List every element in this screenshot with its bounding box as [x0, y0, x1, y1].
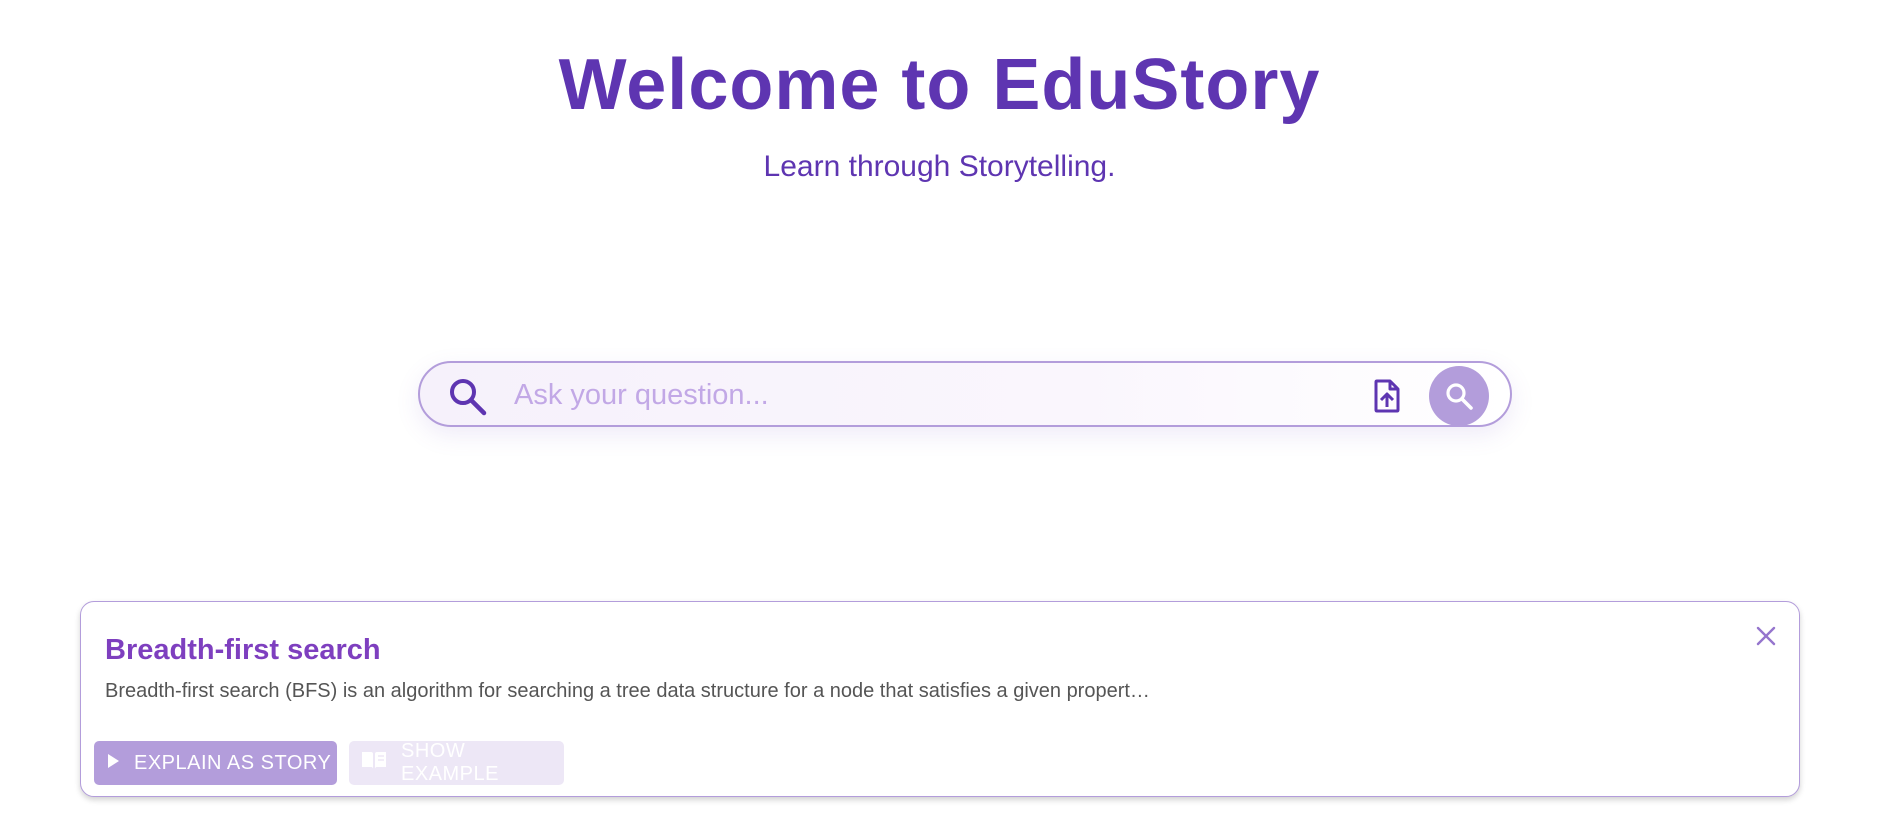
card-title: Breadth-first search: [105, 634, 381, 666]
play-icon: [106, 752, 120, 775]
page: Welcome to EduStory Learn through Storyt…: [0, 0, 1879, 840]
search-icon: [448, 377, 488, 417]
explain-as-story-label: EXPLAIN AS STORY: [134, 751, 332, 774]
page-title: Welcome to EduStory: [558, 45, 1321, 125]
search-bar: [418, 361, 1512, 427]
explain-as-story-button[interactable]: EXPLAIN AS STORY: [94, 741, 337, 785]
result-card: Breadth-first search Breadth-first searc…: [80, 601, 1800, 797]
card-summary: Breadth-first search (BFS) is an algorit…: [105, 680, 1150, 702]
book-icon: [361, 750, 387, 776]
show-example-button[interactable]: SHOW EXAMPLE: [349, 740, 564, 785]
search-input[interactable]: [514, 373, 1274, 417]
search-icon: [1446, 383, 1473, 410]
show-example-label: SHOW EXAMPLE: [401, 740, 499, 785]
file-upload-icon[interactable]: [1370, 378, 1404, 414]
search-submit-button[interactable]: [1429, 366, 1489, 426]
page-subtitle: Learn through Storytelling.: [763, 150, 1116, 183]
close-icon[interactable]: [1753, 623, 1779, 649]
